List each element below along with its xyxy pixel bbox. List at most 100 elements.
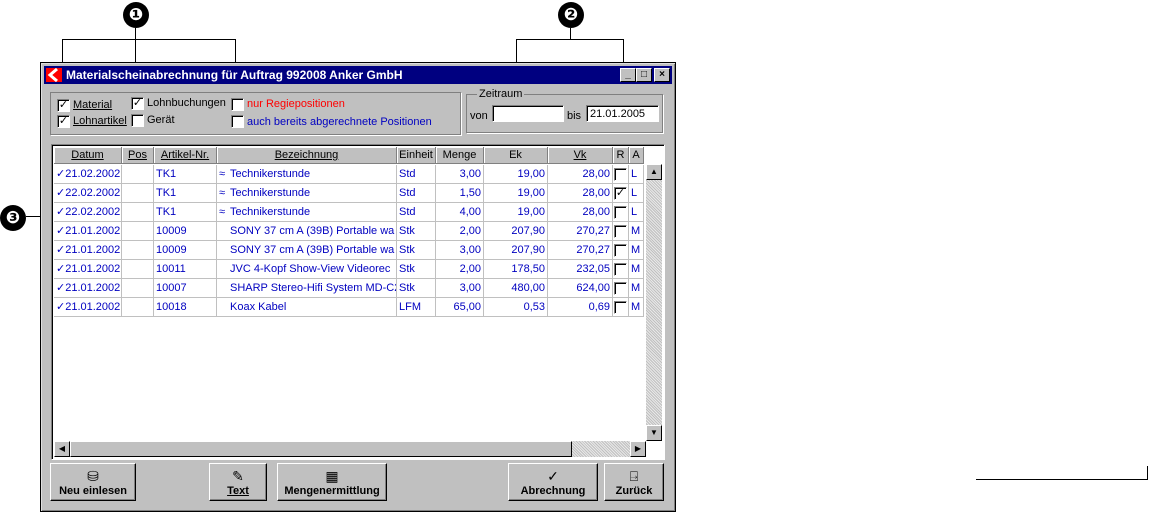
cell-a[interactable]: L [629,203,644,222]
cell-a[interactable]: L [629,184,644,203]
cell-pos[interactable] [122,298,154,317]
row-r-checkbox[interactable] [614,263,627,276]
scroll-down-button[interactable]: ▼ [646,425,662,441]
cell-einheit[interactable]: Stk [397,260,436,279]
abgerechnet-checkbox[interactable] [231,115,244,128]
cell-datum[interactable]: ✓21.01.2002 [54,298,122,317]
cell-einheit[interactable]: LFM [397,298,436,317]
cell-ek[interactable]: 19,00 [484,184,548,203]
cell-bezeichnung[interactable]: JVC 4-Kopf Show-View Videorec [217,260,397,279]
cell-pos[interactable] [122,184,154,203]
cell-datum[interactable]: ✓21.01.2002 [54,241,122,260]
abrechnung-button[interactable]: ✓ Abrechnung [508,463,598,501]
cell-r[interactable] [613,203,629,222]
cell-ek[interactable]: 19,00 [484,165,548,184]
cell-menge[interactable]: 4,00 [436,203,484,222]
header-einheit[interactable]: Einheit [397,147,436,164]
cell-einheit[interactable]: Std [397,184,436,203]
cell-r[interactable]: ✓ [613,184,629,203]
cell-artikel[interactable]: TK1 [154,165,217,184]
header-vk[interactable]: Vk [548,147,613,164]
minimize-button[interactable]: _ [620,68,636,82]
cell-datum[interactable]: ✓22.02.2002 [54,184,122,203]
row-r-checkbox[interactable] [614,168,627,181]
cell-r[interactable] [613,165,629,184]
scroll-right-button[interactable]: ▶ [630,441,646,457]
cell-pos[interactable] [122,203,154,222]
cell-ek[interactable]: 178,50 [484,260,548,279]
cell-artikel[interactable]: 10018 [154,298,217,317]
cell-einheit[interactable]: Stk [397,222,436,241]
cell-bezeichnung[interactable]: Koax Kabel [217,298,397,317]
cell-vk[interactable]: 28,00 [548,165,613,184]
cell-einheit[interactable]: Stk [397,241,436,260]
cell-bezeichnung[interactable]: ≈ Technikerstunde [217,165,397,184]
cell-ek[interactable]: 480,00 [484,279,548,298]
cell-pos[interactable] [122,279,154,298]
lohnartikel-checkbox[interactable]: ✓ [57,115,70,128]
header-pos[interactable]: Pos [122,147,154,164]
cell-a[interactable]: M [629,241,644,260]
cell-einheit[interactable]: Stk [397,279,436,298]
cell-vk[interactable]: 28,00 [548,203,613,222]
header-ek[interactable]: Ek [484,147,548,164]
cell-menge[interactable]: 1,50 [436,184,484,203]
cell-artikel[interactable]: 10007 [154,279,217,298]
cell-menge[interactable]: 3,00 [436,165,484,184]
cell-artikel[interactable]: 10011 [154,260,217,279]
regie-checkbox[interactable] [231,98,244,111]
cell-menge[interactable]: 65,00 [436,298,484,317]
geraet-checkbox[interactable] [131,114,144,127]
cell-menge[interactable]: 2,00 [436,222,484,241]
cell-datum[interactable]: ✓21.01.2002 [54,222,122,241]
cell-menge[interactable]: 3,00 [436,279,484,298]
table-row[interactable]: ✓21.01.2002 10018 Koax Kabel LFM 65,00 0,53 0,… [54,298,644,317]
maximize-button[interactable]: □ [636,68,652,82]
cell-menge[interactable]: 3,00 [436,241,484,260]
cell-artikel[interactable]: TK1 [154,184,217,203]
material-checkbox[interactable]: ✓ [57,99,70,112]
scroll-up-button[interactable]: ▲ [646,164,662,180]
cell-bezeichnung[interactable]: ≈ Technikerstunde [217,184,397,203]
cell-a[interactable]: M [629,279,644,298]
horizontal-scroll-thumb[interactable] [70,441,572,457]
cell-ek[interactable]: 207,90 [484,241,548,260]
header-bezeichnung[interactable]: Bezeichnung [217,147,397,164]
cell-vk[interactable]: 270,27 [548,241,613,260]
lohnbuchungen-checkbox[interactable]: ✓ [131,97,144,110]
cell-ek[interactable]: 0,53 [484,298,548,317]
row-r-checkbox[interactable] [614,301,627,314]
cell-datum[interactable]: ✓21.01.2002 [54,260,122,279]
cell-einheit[interactable]: Std [397,203,436,222]
cell-pos[interactable] [122,222,154,241]
table-row[interactable]: ✓21.01.2002 10007 SHARP Stereo-Hifi System… [54,279,644,298]
horizontal-scrollbar[interactable]: ◀ ▶ [54,441,646,457]
cell-datum[interactable]: ✓22.02.2002 [54,203,122,222]
table-row[interactable]: ✓21.02.2002 TK1 ≈ Technikerstunde Std 3,00 19,… [54,165,644,184]
table-row[interactable]: ✓21.01.2002 10011 JVC 4-Kopf Show-View Vid… [54,260,644,279]
cell-r[interactable] [613,241,629,260]
neu-einlesen-button[interactable]: ⛁ Neu einlesen [50,463,136,501]
cell-ek[interactable]: 207,90 [484,222,548,241]
cell-artikel[interactable]: 10009 [154,241,217,260]
row-r-checkbox[interactable] [614,244,627,257]
header-datum[interactable]: Datum [54,147,122,164]
cell-a[interactable]: M [629,260,644,279]
row-r-checkbox[interactable] [614,206,627,219]
row-r-checkbox[interactable] [614,282,627,295]
header-r[interactable]: R [613,147,629,164]
cell-pos[interactable] [122,260,154,279]
cell-datum[interactable]: ✓21.01.2002 [54,279,122,298]
cell-bezeichnung[interactable]: SONY 37 cm A (39B) Portable wa [217,241,397,260]
cell-pos[interactable] [122,165,154,184]
bis-date-field[interactable]: 21.01.2005 [586,105,659,122]
cell-bezeichnung[interactable]: SONY 37 cm A (39B) Portable wa [217,222,397,241]
vertical-scrollbar[interactable]: ▲ ▼ [646,164,662,441]
cell-bezeichnung[interactable]: ≈ Technikerstunde [217,203,397,222]
header-artikel-nr[interactable]: Artikel-Nr. [154,147,217,164]
header-menge[interactable]: Menge [436,147,484,164]
cell-r[interactable] [613,279,629,298]
cell-pos[interactable] [122,241,154,260]
von-date-field[interactable] [492,105,564,122]
close-button[interactable]: × [654,68,670,82]
